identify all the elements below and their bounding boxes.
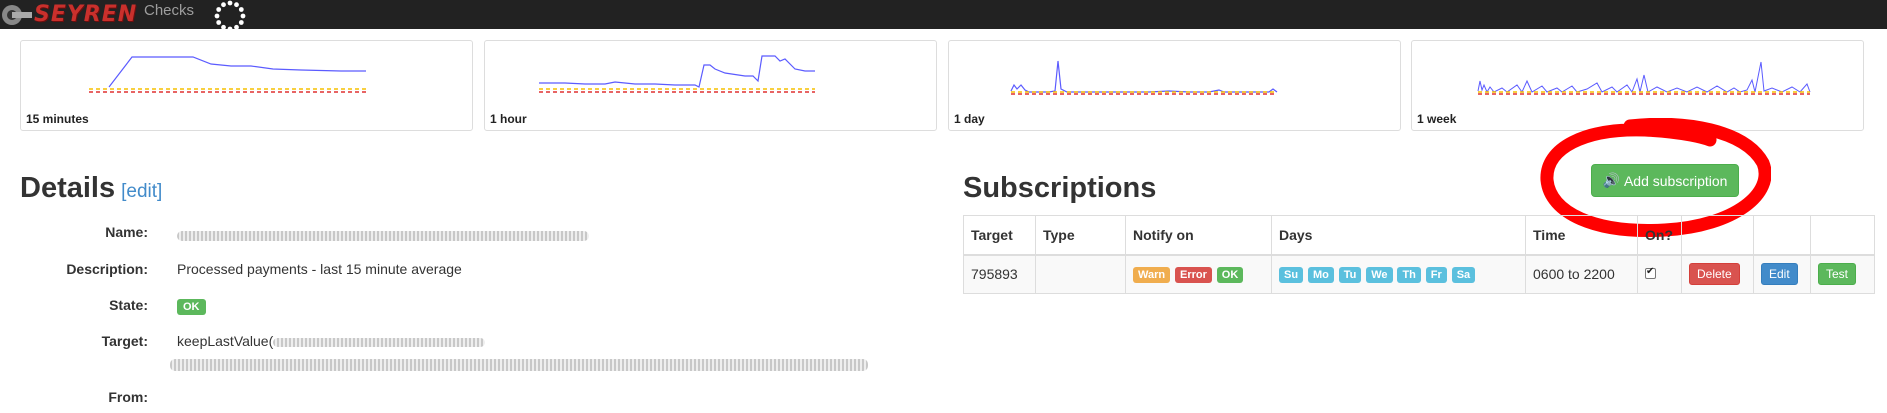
col-edit — [1753, 215, 1811, 256]
graph-1-hour-plot — [539, 55, 815, 93]
graph-1-day-plot — [1010, 60, 1278, 95]
subscriptions-title: Subscriptions — [963, 172, 1157, 204]
name-label: Name: — [105, 224, 148, 240]
from-label: From: — [108, 389, 148, 405]
target-value: keepLastValue( — [177, 333, 486, 349]
graph-label: 1 week — [1417, 112, 1457, 126]
col-test — [1810, 215, 1875, 256]
state-label: State: — [109, 297, 148, 313]
edit-button[interactable]: Edit — [1761, 263, 1798, 286]
day-badge-mo: Mo — [1307, 267, 1334, 284]
day-badge-we: We — [1366, 267, 1393, 284]
add-subscription-button[interactable]: 🔊 Add subscription — [1591, 164, 1739, 197]
target-text: keepLastValue( — [177, 333, 274, 349]
table-header-row: Target Type Notify on Days Time On? — [963, 215, 1875, 256]
details-title: Details — [20, 172, 116, 204]
day-badge-fr: Fr — [1425, 267, 1447, 284]
state-value: OK — [177, 297, 206, 315]
notify-ok-badge: OK — [1216, 267, 1244, 284]
test-button[interactable]: Test — [1818, 263, 1857, 286]
target-value-continued — [170, 356, 868, 372]
graph-1-hour[interactable]: 1 hour — [484, 40, 937, 131]
sub-test-cell: Test — [1810, 254, 1875, 294]
redacted-target-line-2 — [170, 359, 868, 372]
col-target: Target — [963, 215, 1036, 256]
col-notify-on: Notify on — [1125, 215, 1272, 256]
graph-label: 1 hour — [490, 112, 527, 126]
redacted-name — [177, 231, 589, 242]
details-heading: Details [edit] — [20, 172, 162, 205]
col-on: On? — [1637, 215, 1682, 256]
sub-edit-cell: Edit — [1753, 254, 1811, 294]
delete-button[interactable]: Delete — [1689, 263, 1740, 286]
redacted-target-line-1 — [273, 337, 486, 347]
day-badge-sa: Sa — [1451, 267, 1476, 284]
col-delete — [1681, 215, 1754, 256]
seyren-logo-icon — [2, 4, 32, 25]
col-days: Days — [1271, 215, 1526, 256]
brand-name: SEYREN — [34, 1, 138, 27]
loading-spinner-icon — [214, 0, 246, 32]
notify-error-badge: Error — [1174, 267, 1212, 284]
details-edit-link[interactable]: [edit] — [121, 181, 162, 202]
sub-enabled — [1637, 254, 1682, 294]
graph-label: 1 day — [954, 112, 985, 126]
brand[interactable]: SEYREN — [0, 0, 137, 29]
sub-days: Su Mo Tu We Th Fr Sa — [1271, 254, 1526, 294]
navbar: SEYREN Checks — [0, 0, 1887, 32]
graph-15-minutes[interactable]: 15 minutes — [20, 40, 473, 131]
subscriptions-table: Target Type Notify on Days Time On? 7958… — [963, 215, 1875, 294]
description-value: Processed payments - last 15 minute aver… — [177, 261, 462, 277]
state-badge: OK — [177, 299, 206, 315]
graph-label: 15 minutes — [26, 112, 89, 126]
sub-type — [1035, 254, 1126, 294]
sub-time: 0600 to 2200 — [1525, 254, 1638, 294]
add-subscription-label: Add subscription — [1623, 172, 1728, 189]
enabled-checkbox[interactable] — [1645, 266, 1656, 280]
notify-warn-badge: Warn — [1133, 267, 1171, 284]
target-label: Target: — [101, 333, 148, 349]
speaker-icon: 🔊 — [1602, 172, 1620, 188]
col-time: Time — [1525, 215, 1638, 256]
day-badge-tu: Tu — [1338, 267, 1362, 284]
table-row: 795893 Warn Error OK Su Mo Tu We Th Fr S… — [963, 254, 1875, 294]
sub-delete-cell: Delete — [1681, 254, 1754, 294]
day-badge-th: Th — [1397, 267, 1421, 284]
name-value — [177, 227, 589, 243]
sub-notify-on: Warn Error OK — [1125, 254, 1272, 294]
nav-checks-link[interactable]: Checks — [144, 2, 194, 19]
graph-1-day[interactable]: 1 day — [948, 40, 1401, 131]
sub-target: 795893 — [963, 254, 1036, 294]
day-badge-su: Su — [1279, 267, 1304, 284]
description-label: Description: — [66, 261, 148, 277]
col-type: Type — [1035, 215, 1126, 256]
